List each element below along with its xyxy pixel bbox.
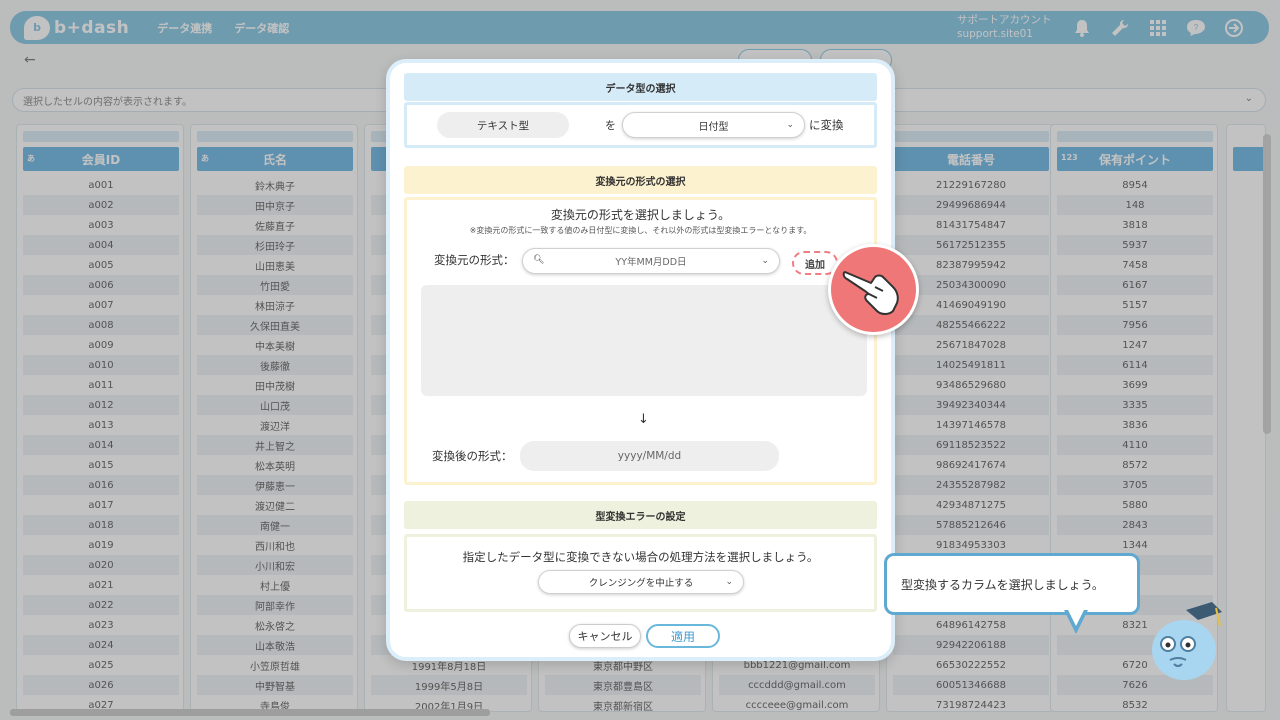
target-format-field: yyyy/MM/dd [520, 441, 779, 471]
source-type-field: テキスト型 [437, 112, 569, 138]
error-handling-select[interactable]: クレンジングを中止する ⌄ [538, 570, 744, 594]
cancel-button[interactable]: キャンセル [569, 624, 641, 648]
pointer-hand-icon [828, 244, 919, 335]
error-setting-heading: 指定したデータ型に変換できない場合の処理方法を選択しましょう。 [462, 550, 819, 564]
chevron-down-icon: ⌄ [761, 256, 769, 266]
particle-label: を [605, 119, 616, 132]
source-format-value: YY年MM月DD日 [615, 257, 687, 268]
source-format-label: 変換元の形式： [434, 253, 515, 267]
source-format-select[interactable]: 🔍︎ YY年MM月DD日 ⌄ [522, 248, 780, 274]
section-error-setting: 指定したデータ型に変換できない場合の処理方法を選択しましょう。 クレンジングを中… [404, 534, 877, 612]
search-icon: 🔍︎ [533, 255, 545, 265]
bubble-tail-inner [1068, 610, 1084, 626]
section-title-error-setting: 型変換エラーの設定 [404, 501, 877, 529]
apply-button[interactable]: 適用 [646, 624, 720, 648]
section-data-type: テキスト型 を 日付型 ⌄ に変換 [404, 102, 877, 148]
source-format-heading: 変換元の形式を選択しましょう。 [550, 208, 731, 222]
target-type-value: 日付型 [698, 121, 729, 133]
target-type-select[interactable]: 日付型 ⌄ [622, 112, 805, 138]
selected-formats-area [421, 285, 867, 396]
source-format-note: ※変換元の形式に一致する値のみ日付型に変換し、それ以外の形式は型変換エラーとなり… [469, 226, 812, 235]
section-title-data-type: データ型の選択 [404, 73, 877, 101]
type-conversion-modal: データ型の選択 テキスト型 を 日付型 ⌄ に変換 変換元の形式の選択 変換元の… [386, 59, 895, 661]
down-arrow-icon: ↓ [638, 412, 649, 427]
guide-text: 型変換するカラムを選択しましょう。 [901, 577, 1104, 592]
convert-suffix-label: に変換 [809, 118, 844, 132]
section-title-source-format: 変換元の形式の選択 [404, 166, 877, 194]
target-format-label: 変換後の形式： [432, 449, 513, 463]
guide-speech-bubble: 型変換するカラムを選択しましょう。 [884, 553, 1140, 615]
error-handling-value: クレンジングを中止する [588, 578, 694, 589]
mascot-icon [1146, 598, 1226, 686]
chevron-down-icon: ⌄ [725, 577, 733, 587]
chevron-down-icon: ⌄ [786, 120, 794, 130]
